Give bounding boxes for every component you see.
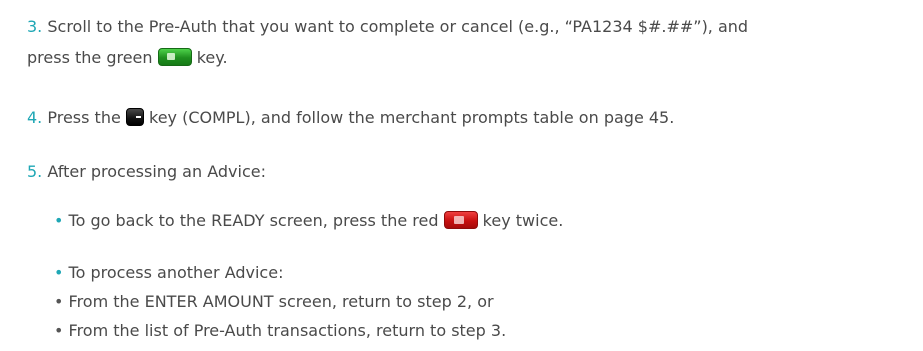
step-text: Press the [47, 108, 121, 127]
step-number: 5. [27, 162, 43, 181]
bullet-text: To process another Advice: [68, 263, 284, 282]
step-text: Scroll to the Pre-Auth that you want to … [47, 17, 749, 36]
bullet-text: key twice. [482, 211, 564, 230]
subbullet-text: From the list of Pre-Auth transactions, … [68, 321, 507, 340]
step-number: 4. [27, 108, 43, 127]
step-5-bullet-1: • To go back to the READY screen, press … [54, 210, 563, 232]
subbullet-marker: • [54, 292, 64, 311]
step-3-line-2: press the green key. [27, 47, 228, 69]
step-text: After processing an Advice: [47, 162, 266, 181]
bullet-marker: • [54, 211, 64, 230]
bullet-marker: • [54, 263, 64, 282]
red-cancel-key-icon [443, 211, 478, 229]
step-text: press the green [27, 48, 153, 67]
step-5-bullet-2: • To process another Advice: [54, 262, 283, 284]
step-3-line-1: 3. Scroll to the Pre-Auth that you want … [27, 16, 748, 38]
instructions-document: 3. Scroll to the Pre-Auth that you want … [0, 0, 923, 351]
step-5-subbullet-2: • From the list of Pre-Auth transactions… [54, 320, 506, 342]
step-text: key. [196, 48, 228, 67]
step-5-line: 5. After processing an Advice: [27, 161, 266, 183]
bullet-text: To go back to the READY screen, press th… [68, 211, 439, 230]
green-enter-key-icon [157, 48, 192, 66]
step-text: key (COMPL), and follow the merchant pro… [149, 108, 675, 127]
black-function-key-icon [125, 108, 144, 126]
subbullet-marker: • [54, 321, 64, 340]
step-4-line: 4. Press the key (COMPL), and follow the… [27, 107, 674, 129]
subbullet-text: From the ENTER AMOUNT screen, return to … [68, 292, 494, 311]
step-number: 3. [27, 17, 43, 36]
step-5-subbullet-1: • From the ENTER AMOUNT screen, return t… [54, 291, 494, 313]
